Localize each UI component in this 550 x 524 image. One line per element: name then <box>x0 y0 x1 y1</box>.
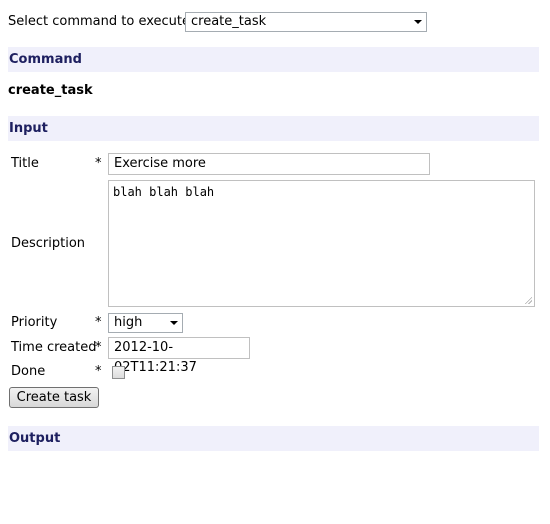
description-label: Description <box>11 236 86 251</box>
priority-label: Priority <box>11 315 58 330</box>
done-label: Done <box>11 364 46 379</box>
title-required-marker: * <box>95 156 102 171</box>
section-header-output: Output <box>8 426 539 451</box>
section-header-command: Command <box>8 47 539 72</box>
description-textarea[interactable]: blah blah blah <box>108 180 535 307</box>
section-header-input: Input <box>8 116 539 141</box>
command-select[interactable]: create_task <box>185 12 427 32</box>
done-checkbox[interactable] <box>112 366 125 379</box>
create-task-button[interactable]: Create task <box>9 387 99 408</box>
chevron-down-icon <box>170 321 178 325</box>
resize-grip-icon[interactable] <box>524 296 532 304</box>
priority-select[interactable]: high <box>108 313 183 333</box>
command-select-label: Select command to execute <box>8 14 190 29</box>
description-text: blah blah blah <box>113 185 215 199</box>
time-created-label: Time created <box>11 340 97 355</box>
priority-required-marker: * <box>95 315 102 330</box>
done-required-marker: * <box>95 364 102 379</box>
command-name: create_task <box>8 83 93 98</box>
time-created-input[interactable]: 2012-10-02T11:21:37 <box>108 337 250 375</box>
chevron-down-icon <box>414 20 422 24</box>
title-input[interactable]: Exercise more <box>108 153 430 175</box>
title-label: Title <box>11 156 39 171</box>
command-select-value: create_task <box>191 14 267 29</box>
time-created-required-marker: * <box>95 340 102 355</box>
priority-select-value: high <box>114 315 143 330</box>
